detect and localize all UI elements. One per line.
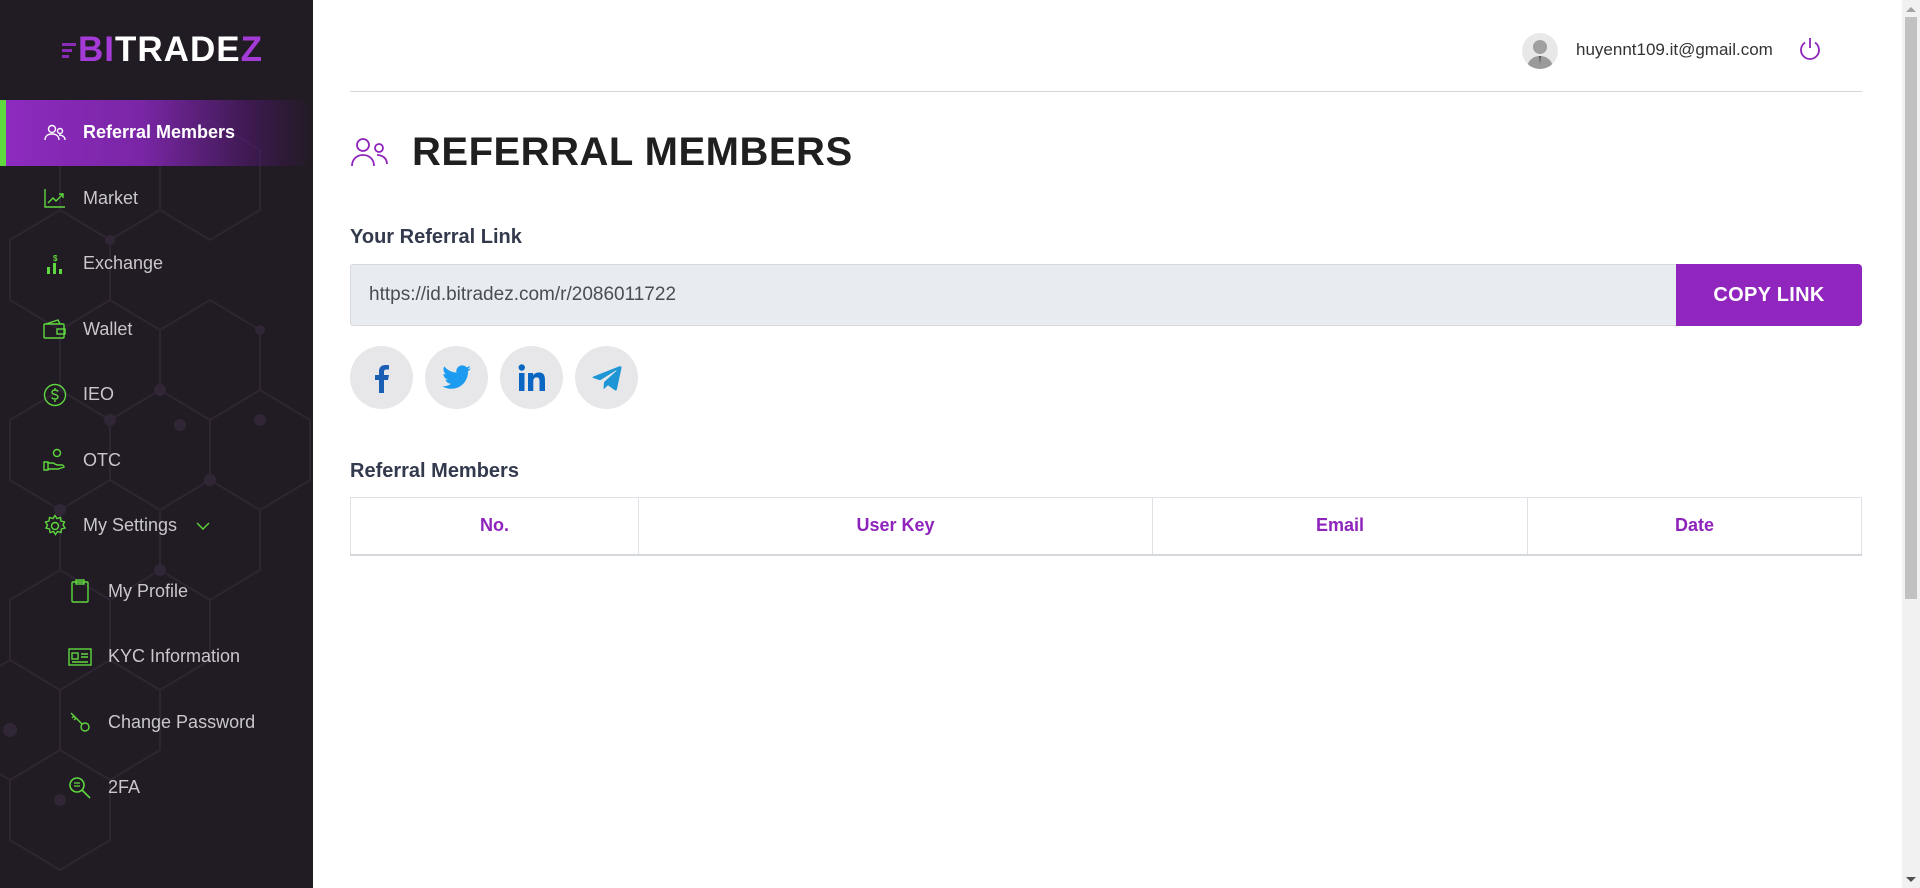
- power-logout-icon[interactable]: [1797, 36, 1823, 62]
- referral-members-label: Referral Members: [350, 460, 519, 482]
- sidebar-item-otc[interactable]: OTC: [0, 428, 313, 494]
- sidebar-item-label: KYC Information: [108, 646, 241, 667]
- sidebar-item-label: My Settings: [83, 515, 178, 536]
- sidebar-item-label: Change Password: [108, 711, 256, 732]
- bitradez-logo[interactable]: B I TRADE Z: [62, 30, 263, 70]
- user-avatar-icon: [1527, 40, 1553, 69]
- sidebar-item-label: IEO: [83, 384, 115, 405]
- users-icon: [42, 120, 68, 146]
- key-icon: [67, 709, 93, 735]
- sidebar-item-2fa[interactable]: 2FA: [0, 755, 313, 821]
- exchange-bars-icon: $: [42, 251, 68, 277]
- share-twitter-button[interactable]: [425, 346, 488, 409]
- avatar[interactable]: [1522, 33, 1558, 69]
- chart-trend-icon: [42, 185, 68, 211]
- column-header-email[interactable]: Email: [1152, 497, 1528, 555]
- top-header: huyennt109.it@gmail.com: [350, 0, 1862, 92]
- linkedin-icon: [518, 363, 545, 391]
- sidebar-item-label: Referral Members: [83, 122, 236, 143]
- share-telegram-button[interactable]: [575, 346, 638, 409]
- scroll-up-arrow-icon[interactable]: [1902, 0, 1920, 17]
- search-shield-icon: [67, 775, 93, 801]
- sidebar-item-label: OTC: [83, 449, 121, 470]
- referral-link-label: Your Referral Link: [350, 226, 522, 248]
- logo-speed-lines: [62, 40, 76, 61]
- referral-link-group: COPY LINK: [350, 264, 1862, 326]
- sidebar-item-ieo[interactable]: IEO: [0, 362, 313, 428]
- referral-members-table: No. User Key Email Date: [350, 497, 1862, 556]
- sidebar-item-kyc-information[interactable]: KYC Information: [0, 624, 313, 690]
- share-linkedin-button[interactable]: [500, 346, 563, 409]
- wallet-icon: [42, 316, 68, 342]
- sidebar-item-wallet[interactable]: Wallet: [0, 297, 313, 363]
- logo-letter-z: Z: [240, 30, 263, 69]
- users-icon: [351, 138, 388, 167]
- id-card-icon: [67, 644, 93, 670]
- clipboard-icon: [67, 578, 93, 604]
- sidebar-nav: Referral Members Market $ Exchange Walle…: [0, 100, 313, 821]
- chevron-down-icon: [196, 522, 210, 530]
- sidebar-item-label: Exchange: [83, 253, 164, 274]
- column-header-no[interactable]: No.: [350, 497, 639, 555]
- sidebar-item-exchange[interactable]: $ Exchange: [0, 231, 313, 297]
- referral-link-input[interactable]: [350, 264, 1676, 326]
- sidebar-item-my-profile[interactable]: My Profile: [0, 559, 313, 625]
- svg-text:$: $: [53, 254, 58, 263]
- sidebar-item-label: Market: [83, 187, 139, 208]
- sidebar-item-label: My Profile: [108, 580, 189, 601]
- page-scrollbar[interactable]: [1902, 0, 1920, 888]
- gear-icon: [42, 513, 68, 539]
- sidebar-item-referral-members[interactable]: Referral Members: [0, 100, 313, 166]
- logo-letter-i: I: [104, 30, 116, 69]
- facebook-icon: [374, 364, 389, 393]
- sidebar-item-change-password[interactable]: Change Password: [0, 690, 313, 756]
- sidebar-item-my-settings[interactable]: My Settings: [0, 493, 313, 559]
- logo-letter-b: B: [78, 30, 105, 69]
- social-share-row: [350, 346, 638, 409]
- main-content: huyennt109.it@gmail.com REFERRAL MEMBERS…: [350, 0, 1862, 888]
- page-title-row: REFERRAL MEMBERS: [350, 128, 853, 176]
- sidebar-item-label: 2FA: [108, 777, 141, 798]
- copy-link-button[interactable]: COPY LINK: [1676, 264, 1862, 326]
- scrollbar-thumb[interactable]: [1905, 17, 1917, 599]
- hand-coin-icon: [42, 447, 68, 473]
- logo-text: TRADE: [115, 30, 241, 69]
- sidebar-item-market[interactable]: Market: [0, 166, 313, 232]
- scroll-down-arrow-icon[interactable]: [1902, 871, 1920, 888]
- table-header-row: No. User Key Email Date: [350, 497, 1862, 555]
- twitter-icon: [441, 364, 471, 389]
- telegram-icon: [592, 365, 621, 390]
- column-header-user-key[interactable]: User Key: [638, 497, 1153, 555]
- sidebar-item-label: Wallet: [83, 318, 133, 339]
- user-email[interactable]: huyennt109.it@gmail.com: [1576, 40, 1773, 60]
- page-title: REFERRAL MEMBERS: [412, 129, 853, 174]
- dollar-circle-icon: [42, 382, 68, 408]
- share-facebook-button[interactable]: [350, 346, 413, 409]
- sidebar: B I TRADE Z Referral Members Market $ Excha…: [0, 0, 313, 888]
- column-header-date[interactable]: Date: [1527, 497, 1862, 555]
